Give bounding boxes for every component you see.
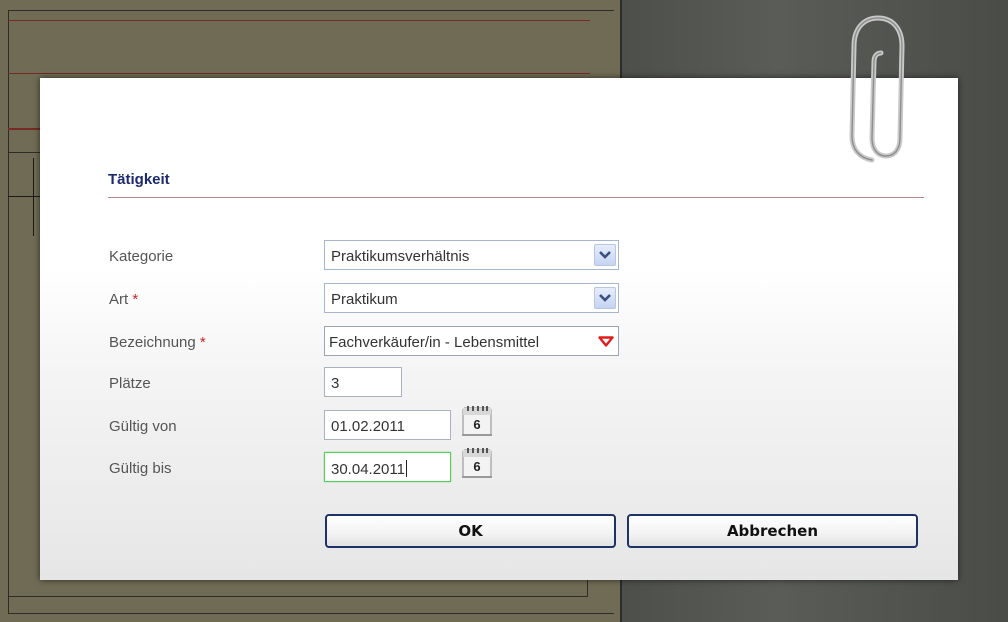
text-caret [405,460,407,477]
gueltig-von-input[interactable]: 01.02.2011 [324,410,451,440]
required-marker: * [132,291,139,308]
calendar-icon[interactable]: 6 [460,404,494,438]
art-label: Art * [109,291,139,308]
background-marker [8,196,42,197]
calendar-day: 6 [473,417,480,432]
plaetze-label: Plätze [109,375,151,392]
calendar-day: 6 [473,459,480,474]
title-divider [108,197,924,198]
bezeichnung-label: Bezeichnung * [109,334,206,351]
background-divider [8,73,590,74]
gueltig-von-label: Gültig von [109,418,177,435]
background-frame-top [8,10,614,11]
cancel-button[interactable]: Abbrechen [627,514,918,548]
dialog-title: Tätigkeit [108,171,170,188]
gueltig-bis-value: 30.04.2011 [331,461,405,478]
calendar-icon[interactable]: 6 [460,446,494,480]
plaetze-input[interactable]: 3 [324,367,402,397]
required-marker: * [199,334,206,351]
gueltig-bis-label: Gültig bis [109,460,172,477]
gueltig-von-value: 01.02.2011 [331,418,405,435]
background-divider [8,20,590,21]
paperclip-icon [849,15,905,163]
kategorie-value: Praktikumsverhältnis [331,248,470,265]
kategorie-label: Kategorie [109,248,174,265]
bezeichnung-select[interactable]: Fachverkäufer/in - Lebensmittel [324,326,619,356]
ok-button[interactable]: OK [325,514,616,548]
background-frame-bottom [8,613,614,614]
art-select[interactable]: Praktikum [324,283,619,313]
gueltig-bis-input[interactable]: 30.04.2011 [324,452,451,482]
kategorie-select[interactable]: Praktikumsverhältnis [324,240,619,270]
chevron-down-icon[interactable] [594,287,616,309]
background-marker [33,158,34,236]
chevron-down-icon[interactable] [594,244,616,266]
art-value: Praktikum [331,291,398,308]
plaetze-value: 3 [331,375,340,392]
triangle-down-icon[interactable] [598,336,614,347]
taetigkeit-dialog: Tätigkeit Kategorie Praktikumsverhältnis… [40,78,958,580]
bezeichnung-value: Fachverkäufer/in - Lebensmittel [329,334,540,351]
